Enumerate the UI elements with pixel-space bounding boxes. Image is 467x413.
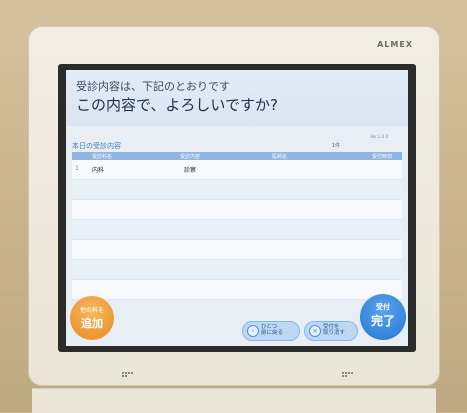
column-header-time: 受付時刻 [372, 154, 393, 160]
cell-content: 診察 [184, 167, 197, 174]
section-title: 本日の受診内容 [72, 142, 121, 150]
column-header-doctor: 医師名 [272, 154, 288, 160]
cancel-button-label: 受付を 取り消す [323, 324, 346, 336]
header-subtitle: 受診内容は、下記のとおりです [76, 80, 230, 93]
header-question: この内容で、よろしいですか? [76, 96, 278, 114]
add-department-button[interactable]: 他の科を 追加 [70, 296, 114, 340]
add-button-small-label: 他の科を [79, 307, 104, 314]
kiosk-lower-panel [32, 388, 436, 413]
back-button-label: ひとつ 前に戻る [261, 324, 284, 336]
record-count: 1件 [331, 143, 340, 149]
table-row-empty [72, 240, 402, 260]
table-header: 受診科名 受診内容 医師名 受付時刻 [72, 152, 402, 160]
add-button-label: 追加 [81, 317, 103, 330]
column-header-dept: 受診科名 [92, 154, 113, 160]
table-body: 1 内科 診察 [72, 160, 402, 300]
version-label: Ver.1.0.0 [370, 134, 388, 139]
done-button-label: 完了 [370, 314, 395, 328]
speaker-grill-left [122, 372, 134, 378]
cancel-x-icon: × [309, 325, 321, 337]
table-row-empty [72, 200, 402, 220]
table-row-empty [72, 180, 402, 200]
table-row: 1 内科 診察 [72, 160, 402, 180]
complete-reception-button[interactable]: 受付 完了 [360, 294, 406, 340]
cell-dept: 内科 [92, 167, 105, 174]
touch-screen: 受診内容は、下記のとおりです この内容で、よろしいですか? 本日の受診内容 Ve… [66, 70, 408, 346]
table-row-empty [72, 260, 402, 280]
speaker-grill-right [342, 372, 354, 378]
table-row-empty [72, 280, 402, 300]
table-row-empty [72, 220, 402, 240]
brand-logo: ALMEX [377, 40, 413, 49]
row-number: 1 [75, 165, 79, 172]
done-button-small-label: 受付 [376, 303, 390, 311]
cancel-reception-button[interactable]: × 受付を 取り消す [304, 321, 358, 341]
back-arrow-icon: ‹ [247, 325, 259, 337]
screen-header: 受診内容は、下記のとおりです この内容で、よろしいですか? [66, 70, 408, 126]
back-button[interactable]: ‹ ひとつ 前に戻る [242, 321, 300, 341]
column-header-content: 受診内容 [180, 154, 201, 160]
